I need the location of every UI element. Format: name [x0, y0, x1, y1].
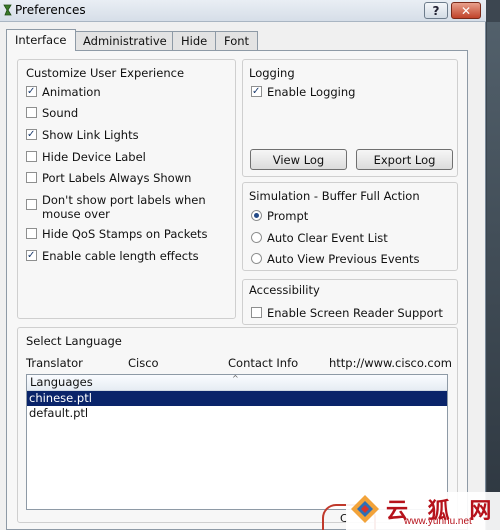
accessibility-group: Accessibility Enable Screen Reader Suppo…: [242, 279, 458, 325]
interface-tab-panel: Customize User Experience Animation Soun…: [6, 50, 468, 530]
preferences-window: Preferences ? ✕ Interface Administrative…: [0, 0, 486, 530]
close-icon: ✕: [460, 3, 472, 18]
customize-group: Customize User Experience Animation Soun…: [17, 59, 236, 319]
sound-checkbox[interactable]: [26, 107, 37, 118]
radio-auto-view[interactable]: Auto View Previous Events: [251, 252, 420, 266]
simulation-group-title: Simulation - Buffer Full Action: [249, 189, 420, 203]
option-label-line-1: Don't show port labels when: [42, 193, 206, 207]
simulation-group: Simulation - Buffer Full Action Prompt A…: [242, 182, 458, 271]
option-label: Hide Device Label: [42, 150, 146, 164]
option-hide-qos-stamps[interactable]: Hide QoS Stamps on Packets: [26, 227, 208, 241]
cable-length-checkbox[interactable]: [26, 250, 37, 261]
language-group-title: Select Language: [26, 334, 122, 348]
option-label-line-2: mouse over: [42, 207, 110, 221]
column-header-label: Languages: [30, 375, 93, 389]
option-screen-reader[interactable]: Enable Screen Reader Support: [251, 306, 443, 320]
option-dont-show-port-labels[interactable]: Don't show port labels when mouse over: [26, 193, 206, 221]
option-hide-device-label[interactable]: Hide Device Label: [26, 150, 146, 164]
tab-administrative[interactable]: Administrative: [74, 31, 176, 50]
prompt-radio[interactable]: [251, 210, 262, 221]
hide-device-label-checkbox[interactable]: [26, 151, 37, 162]
radio-label: Prompt: [267, 209, 309, 223]
animation-checkbox[interactable]: [26, 86, 37, 97]
option-label: Show Link Lights: [42, 128, 139, 142]
tab-hide[interactable]: Hide: [172, 31, 217, 50]
app-icon: [3, 4, 12, 16]
dont-show-port-labels-checkbox[interactable]: [26, 199, 37, 210]
customize-group-title: Customize User Experience: [26, 66, 185, 80]
option-label: Animation: [42, 85, 101, 99]
contact-label: Contact Info: [228, 356, 299, 370]
tab-font[interactable]: Font: [215, 31, 259, 50]
sort-caret-icon: ^: [232, 374, 239, 383]
language-item-chinese[interactable]: chinese.ptl: [27, 391, 447, 406]
contact-value: http://www.cisco.com: [329, 356, 452, 370]
window-title: Preferences: [15, 3, 86, 17]
view-log-button[interactable]: View Log: [250, 149, 347, 170]
accessibility-group-title: Accessibility: [249, 283, 320, 297]
help-button[interactable]: ?: [424, 2, 448, 19]
languages-list[interactable]: Languages ^ chinese.ptl default.ptl: [26, 374, 448, 510]
option-label: Enable cable length effects: [42, 249, 199, 263]
watermark-url: www.yunhu.net: [404, 516, 472, 527]
translator-value: Cisco: [128, 356, 159, 370]
option-show-link-lights[interactable]: Show Link Lights: [26, 128, 139, 142]
screen-reader-checkbox[interactable]: [251, 307, 262, 318]
option-label: Port Labels Always Shown: [42, 171, 192, 185]
option-label-multiline: Don't show port labels when mouse over: [42, 193, 206, 221]
close-button[interactable]: ✕: [451, 2, 481, 19]
enable-logging-label: Enable Logging: [267, 85, 356, 99]
language-item-default[interactable]: default.ptl: [27, 406, 447, 421]
option-enable-logging[interactable]: Enable Logging: [251, 85, 355, 99]
auto-view-radio[interactable]: [251, 253, 262, 264]
show-link-lights-checkbox[interactable]: [26, 129, 37, 140]
auto-clear-radio[interactable]: [251, 232, 262, 243]
port-labels-checkbox[interactable]: [26, 172, 37, 183]
background-strip: [487, 22, 500, 530]
hide-qos-checkbox[interactable]: [26, 228, 37, 239]
option-animation[interactable]: Animation: [26, 85, 101, 99]
radio-label: Auto View Previous Events: [267, 252, 420, 266]
option-port-labels-always-shown[interactable]: Port Labels Always Shown: [26, 171, 191, 185]
radio-auto-clear[interactable]: Auto Clear Event List: [251, 231, 388, 245]
option-cable-length[interactable]: Enable cable length effects: [26, 249, 199, 263]
watermark-logo-icon: [351, 495, 379, 523]
tab-interface[interactable]: Interface: [6, 29, 76, 51]
translator-label: Translator: [26, 356, 83, 370]
logging-group: Logging Enable Logging View Log Export L…: [242, 59, 458, 177]
option-label: Hide QoS Stamps on Packets: [42, 227, 208, 241]
screen-reader-label: Enable Screen Reader Support: [267, 306, 443, 320]
option-label: Sound: [42, 106, 79, 120]
radio-label: Auto Clear Event List: [267, 231, 388, 245]
logging-group-title: Logging: [249, 66, 295, 80]
export-log-button[interactable]: Export Log: [356, 149, 453, 170]
radio-prompt[interactable]: Prompt: [251, 209, 308, 223]
option-sound[interactable]: Sound: [26, 106, 78, 120]
enable-logging-checkbox[interactable]: [251, 86, 262, 97]
help-icon: ?: [432, 3, 440, 18]
watermark: 云 狐 网 www.yunhu.net: [346, 492, 500, 530]
language-info-row: Translator Cisco Contact Info http://www…: [26, 350, 454, 370]
title-bar: Preferences ? ✕: [0, 0, 486, 22]
languages-column-header[interactable]: Languages ^: [27, 374, 447, 391]
